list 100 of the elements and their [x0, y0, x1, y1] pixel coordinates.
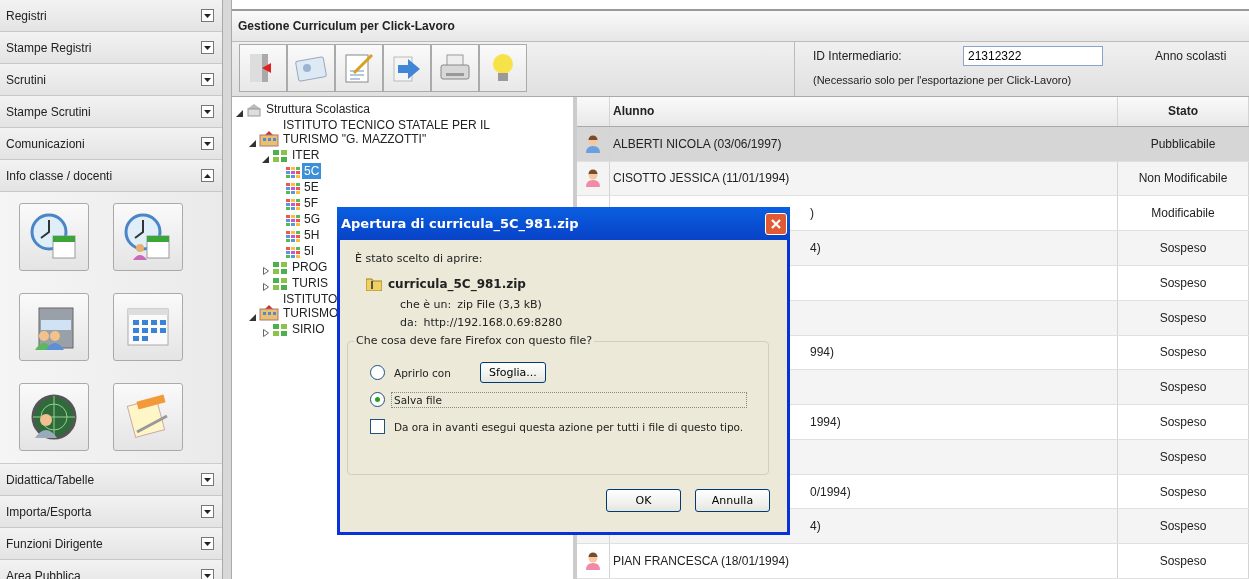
- file-type: zip File (3,3 kB): [457, 297, 542, 313]
- option-label[interactable]: Aprirlo con: [391, 364, 454, 381]
- tree-item[interactable]: 5G: [302, 211, 322, 227]
- table-cell: Non Modificabile: [1118, 161, 1249, 196]
- dialog-button[interactable]: Annulla: [695, 489, 770, 512]
- collapsed-triangle-icon[interactable]: [262, 283, 269, 291]
- tree-item[interactable]: SIRIO: [290, 321, 327, 337]
- table-cell: Modificabile: [1118, 196, 1249, 231]
- building-icon: [246, 103, 262, 117]
- radio-button[interactable]: [370, 365, 385, 380]
- section-label: Comunicazioni: [6, 136, 85, 151]
- table-row[interactable]: ALBERTI NICOLA (03/06/1997) Pubblicabile: [577, 126, 1249, 162]
- table-row[interactable]: CISOTTO JESSICA (11/01/1994) Non Modificabile: [577, 161, 1249, 197]
- dialog-title: Apertura di curricula_5C_981.zip: [341, 216, 579, 231]
- person-icon: [585, 134, 601, 153]
- launcher-button[interactable]: [19, 383, 89, 451]
- source-url: http://192.168.0.69:8280: [423, 315, 563, 331]
- tree-item[interactable]: 5H: [302, 227, 322, 243]
- class-grid-icon: [286, 183, 300, 195]
- school-icon: [259, 305, 279, 321]
- tree-item[interactable]: ISTITUTO TURISMO: [281, 291, 341, 321]
- toolbar-button[interactable]: [239, 44, 287, 92]
- checkbox[interactable]: [370, 419, 385, 434]
- tree-item[interactable]: 5F: [302, 195, 320, 211]
- class-grid-icon: [286, 199, 300, 211]
- expand-icon[interactable]: [201, 473, 214, 486]
- expanded-triangle-icon[interactable]: [249, 314, 256, 321]
- school-icon: [259, 131, 279, 147]
- launcher-button[interactable]: [113, 203, 183, 271]
- section-label: Scrutini: [6, 72, 46, 87]
- clock-calendar-icon: [29, 212, 79, 262]
- expand-icon[interactable]: [201, 105, 214, 118]
- tree-item[interactable]: Struttura Scolastica: [264, 101, 373, 117]
- toolbar-button[interactable]: [383, 44, 431, 92]
- expand-icon[interactable]: [201, 73, 214, 86]
- expand-icon[interactable]: [201, 537, 214, 550]
- section-label: Stampe Registri: [6, 40, 92, 55]
- tree-item[interactable]: 5I: [302, 243, 316, 259]
- panel-title: Gestione Curriculum per Click-Lavoro: [232, 9, 1249, 41]
- tree-item[interactable]: ITER: [290, 147, 322, 163]
- tree-item[interactable]: TURIS: [290, 275, 330, 291]
- section-label: Area Pubblica: [6, 568, 81, 579]
- column-header[interactable]: Alunno: [610, 97, 1118, 126]
- close-icon: [770, 217, 782, 230]
- collapsed-triangle-icon[interactable]: [262, 267, 269, 275]
- table-cell: Sospeso: [1118, 509, 1249, 544]
- expanded-triangle-icon[interactable]: [236, 110, 243, 117]
- radio-button[interactable]: [370, 392, 385, 407]
- tree-item[interactable]: ISTITUTO TECNICO STATALE PER IL TURISMO "G. MAZZOTTI": [281, 117, 492, 147]
- table-cell: Sospeso: [1118, 300, 1249, 335]
- table-cell: Sospeso: [1118, 405, 1249, 439]
- field-label: che è un:: [400, 297, 452, 313]
- grid-icon: [272, 277, 288, 291]
- dialog-button[interactable]: OK: [606, 489, 681, 512]
- table-cell: CISOTTO JESSICA (11/01/1994): [610, 161, 1118, 196]
- class-grid-icon: [286, 231, 300, 243]
- collapsed-triangle-icon[interactable]: [262, 329, 269, 337]
- class-grid-icon: [286, 247, 300, 259]
- table-cell: Sospeso: [1118, 439, 1249, 474]
- field-label: ID Intermediario:: [813, 49, 903, 63]
- class-grid-icon: [286, 215, 300, 227]
- collapse-icon[interactable]: [201, 169, 214, 182]
- table-cell: Sospeso: [1118, 231, 1249, 265]
- expand-icon[interactable]: [201, 569, 214, 579]
- section-label: Registri: [6, 8, 47, 23]
- section-label: Didattica/Tabelle: [6, 472, 95, 487]
- radar-person-icon: [29, 392, 79, 442]
- launcher-button[interactable]: [19, 203, 89, 271]
- expanded-triangle-icon[interactable]: [249, 140, 256, 147]
- table-cell: Pubblicabile: [1118, 126, 1249, 161]
- intro-text: È stato scelto di aprire:: [355, 252, 484, 265]
- class-grid-icon: [286, 167, 300, 179]
- tree-item[interactable]: PROG: [290, 259, 330, 275]
- toolbar-button[interactable]: [431, 44, 479, 92]
- expand-icon[interactable]: [201, 505, 214, 518]
- table-cell: Sospeso: [1118, 335, 1249, 370]
- id-input-field[interactable]: 21312322: [963, 46, 1103, 66]
- person-icon: [585, 552, 601, 571]
- launcher-button[interactable]: [113, 293, 183, 361]
- clock-calendar-people-icon: [123, 212, 173, 262]
- zip-file-icon: [366, 277, 382, 291]
- tree-item[interactable]: 5E: [302, 179, 321, 195]
- expand-icon[interactable]: [201, 41, 214, 54]
- field-label: da:: [400, 315, 418, 331]
- hint-text: (Necessario solo per l'esportazione per Click-Lavoro): [813, 74, 1073, 86]
- launcher-button[interactable]: [19, 293, 89, 361]
- expand-icon[interactable]: [201, 137, 214, 150]
- expand-icon[interactable]: [201, 9, 214, 22]
- close-button[interactable]: [765, 212, 787, 235]
- group-label: Che cosa deve fare Firefox con questo file?: [354, 334, 595, 347]
- expanded-triangle-icon[interactable]: [262, 156, 269, 163]
- grid-icon: [272, 149, 288, 163]
- file-name: curricula_5C_981.zip: [388, 277, 526, 291]
- document-pencil-icon: [342, 51, 376, 85]
- option-label[interactable]: Salva file: [391, 391, 747, 408]
- column-header[interactable]: Stato: [1118, 97, 1249, 126]
- toolbar-button[interactable]: [479, 44, 527, 92]
- table-row[interactable]: PIAN FRANCESCA (18/01/1994) Sospeso: [577, 544, 1249, 579]
- field-label: Anno scolasti: [1154, 49, 1228, 63]
- browse-button[interactable]: Sfoglia...: [479, 362, 546, 383]
